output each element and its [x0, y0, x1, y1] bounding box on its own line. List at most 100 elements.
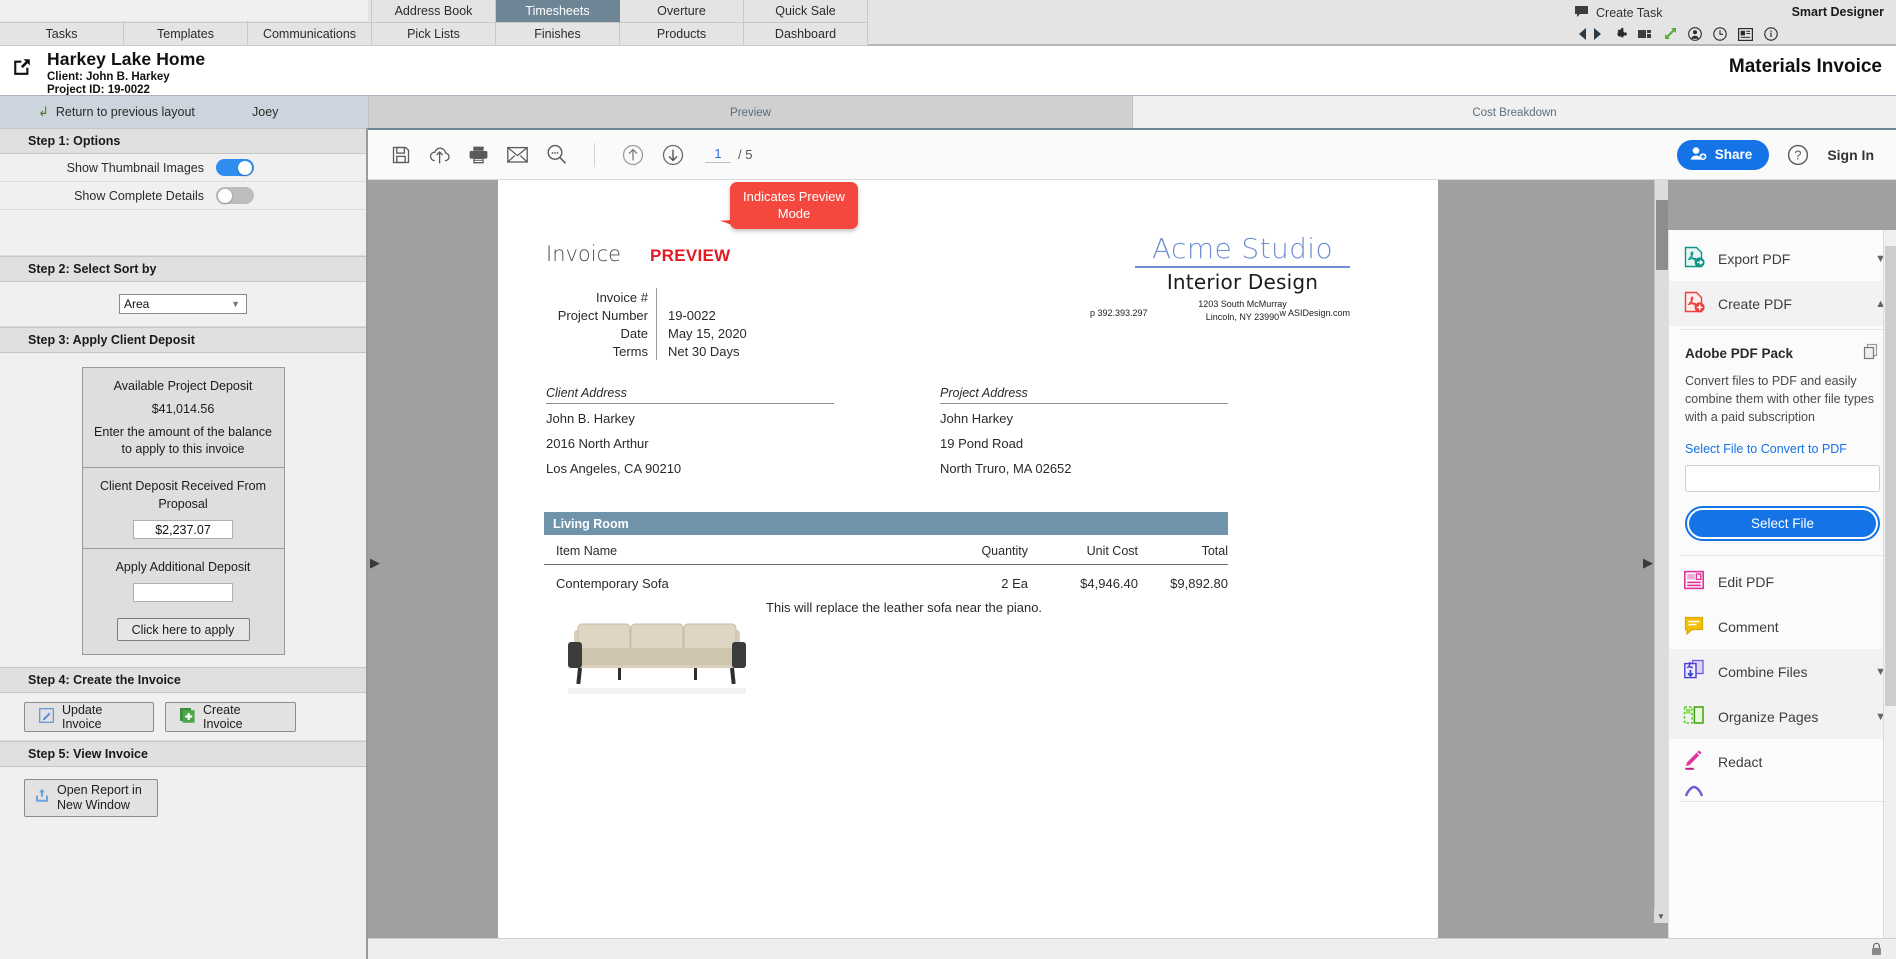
- create-invoice-button[interactable]: Create Invoice: [165, 701, 296, 732]
- invoice-meta-label: Date: [620, 325, 648, 341]
- save-icon[interactable]: [391, 145, 411, 165]
- update-invoice-button[interactable]: Update Invoice: [24, 701, 154, 732]
- view-tabs: Preview Cost Breakdown: [368, 96, 1896, 129]
- nav-tab-address-book[interactable]: Address Book: [372, 0, 496, 23]
- invoice-meta-row: Invoice #: [498, 288, 878, 306]
- nav-tab-label: Timesheets: [525, 4, 590, 18]
- tool-export-pdf[interactable]: Export PDF ▼: [1669, 236, 1896, 281]
- print-icon[interactable]: [468, 145, 489, 165]
- tool-create-pdf-label: Create PDF: [1718, 295, 1792, 312]
- page-down-icon[interactable]: [662, 144, 684, 166]
- toggle-knob: [218, 188, 232, 203]
- document-scrollbar[interactable]: [1654, 180, 1668, 923]
- step1-header: Step 1: Options: [0, 128, 366, 154]
- next-arrow-icon[interactable]: [1593, 28, 1602, 40]
- tool-create-pdf[interactable]: Create PDF ▲: [1669, 281, 1896, 326]
- company-phone: p 392.393.297: [1090, 308, 1148, 318]
- invoice-meta-label: Terms: [612, 343, 648, 359]
- nav-tab-templates[interactable]: Templates: [124, 23, 248, 46]
- additional-deposit-label: Apply Additional Deposit: [115, 560, 251, 575]
- select-file-button[interactable]: Select File: [1689, 510, 1876, 538]
- sidebar-expand-handle-left[interactable]: ▶: [370, 555, 380, 571]
- expand-icon[interactable]: [1663, 27, 1677, 41]
- received-deposit-label: Client Deposit Received From Proposal: [99, 478, 267, 511]
- column-header-unit-cost: Unit Cost: [1086, 544, 1138, 558]
- nav-right-cluster: Create Task Smart Designer: [1556, 0, 1886, 46]
- card-icon[interactable]: [1738, 27, 1753, 41]
- panel-scroll-thumb[interactable]: [1885, 246, 1896, 706]
- return-to-previous-layout-button[interactable]: ↲ Return to previous layout: [38, 104, 195, 120]
- adobe-tools-panel: Export PDF ▼ Create PDF ▲ Adobe PDF Pack: [1668, 230, 1896, 959]
- gear-icon[interactable]: [1613, 27, 1627, 41]
- zoom-search-icon[interactable]: [546, 144, 567, 165]
- invoice-heading: Invoice: [546, 242, 622, 266]
- tool-edit-pdf[interactable]: Edit PDF: [1669, 559, 1896, 604]
- nav-tab-products[interactable]: Products: [620, 23, 744, 46]
- sign-in-button[interactable]: Sign In: [1827, 147, 1874, 163]
- application-window: ProjectsItemsAccounting(25)Address BookT…: [0, 0, 1896, 959]
- share-button[interactable]: Share: [1676, 139, 1770, 170]
- nav-tab-finishes[interactable]: Finishes: [496, 23, 620, 46]
- email-icon[interactable]: [507, 146, 528, 164]
- combine-files-icon: [1683, 659, 1705, 684]
- nav-tab-timesheets[interactable]: Timesheets: [496, 0, 620, 23]
- upload-box-icon: [35, 788, 49, 808]
- invoice-document: Invoice PREVIEW Indicates Preview Mode I…: [498, 180, 1438, 939]
- column-header-total: Total: [1201, 544, 1228, 558]
- tab-cost-breakdown[interactable]: Cost Breakdown: [1132, 96, 1896, 129]
- document-scroll-down-button[interactable]: ▼: [1654, 909, 1668, 923]
- nav-icon-row: [1578, 23, 1778, 45]
- nav-tab-communications[interactable]: Communications: [248, 23, 372, 46]
- svg-text:?: ?: [1795, 148, 1802, 162]
- page-number-input[interactable]: [705, 146, 731, 163]
- page-title: Harkey Lake Home: [47, 49, 206, 69]
- sidebar-expand-handle-right[interactable]: ▶: [1643, 555, 1653, 571]
- tool-organize-pages[interactable]: Organize Pages ▼: [1669, 694, 1896, 740]
- convert-file-field[interactable]: [1685, 465, 1880, 493]
- tab-preview[interactable]: Preview: [368, 96, 1132, 129]
- panel-scrollbar[interactable]: [1883, 230, 1896, 959]
- nav-tab-quick-sale[interactable]: Quick Sale: [744, 0, 868, 23]
- select-file-to-convert-link[interactable]: Select File to Convert to PDF: [1685, 442, 1880, 456]
- option-row-thumbnails: Show Thumbnail Images: [0, 154, 366, 182]
- tool-combine-files[interactable]: Combine Files ▼: [1669, 649, 1896, 695]
- create-task-button[interactable]: Create Task: [1574, 5, 1662, 21]
- cell-total: $9,892.80: [1170, 575, 1228, 591]
- upload-cloud-icon[interactable]: [429, 145, 450, 165]
- windows-icon[interactable]: [1638, 28, 1652, 41]
- prev-arrow-icon[interactable]: [1578, 28, 1587, 40]
- tool-redact[interactable]: Redact: [1669, 739, 1896, 784]
- sort-by-select[interactable]: AreaItem NameVendorCategory: [119, 294, 247, 314]
- project-address-block: Project Address John Harkey 19 Pond Road…: [940, 386, 1228, 479]
- received-deposit-value[interactable]: $2,237.07: [133, 520, 233, 540]
- copy-stack-icon[interactable]: [1863, 343, 1880, 363]
- tab-label: Cost Breakdown: [1472, 106, 1557, 119]
- return-arrow-icon: ↲: [38, 104, 49, 119]
- nav-tab-pick-lists[interactable]: Pick Lists: [372, 23, 496, 46]
- show-thumbnails-toggle[interactable]: [216, 159, 254, 176]
- create-invoice-label: Create Invoice: [203, 702, 243, 731]
- help-icon[interactable]: ?: [1787, 144, 1809, 166]
- client-address-line1: John B. Harkey: [546, 411, 635, 426]
- nav-tab-dashboard[interactable]: Dashboard: [744, 23, 868, 46]
- apply-deposit-button[interactable]: Click here to apply: [116, 618, 250, 642]
- tool-comment[interactable]: Comment: [1669, 604, 1896, 649]
- step3-header: Step 3: Apply Client Deposit: [0, 327, 366, 353]
- user-icon[interactable]: [1688, 27, 1702, 41]
- pdf-page: Invoice PREVIEW Indicates Preview Mode I…: [498, 180, 1438, 939]
- project-address-line2: 19 Pond Road: [940, 435, 1024, 451]
- open-report-new-window-button[interactable]: Open Report in New Window: [24, 779, 158, 818]
- info-icon[interactable]: [1764, 27, 1778, 41]
- additional-deposit-input[interactable]: [133, 583, 233, 603]
- invoice-meta-value: May 15, 2020: [656, 324, 747, 342]
- current-user-label: Joey: [252, 105, 279, 119]
- document-scroll-thumb[interactable]: [1656, 200, 1668, 270]
- page-up-icon[interactable]: [622, 144, 644, 166]
- clock-icon[interactable]: [1713, 27, 1727, 41]
- preview-mode-callout: Indicates Preview Mode: [730, 182, 858, 229]
- open-external-icon[interactable]: [12, 57, 32, 82]
- nav-tab-overture[interactable]: Overture: [620, 0, 744, 23]
- invoice-meta-table: Invoice # Project Number 19-0022 Date May 15…: [498, 288, 878, 360]
- show-complete-details-toggle[interactable]: [216, 187, 254, 204]
- nav-tab-tasks[interactable]: Tasks: [0, 23, 124, 46]
